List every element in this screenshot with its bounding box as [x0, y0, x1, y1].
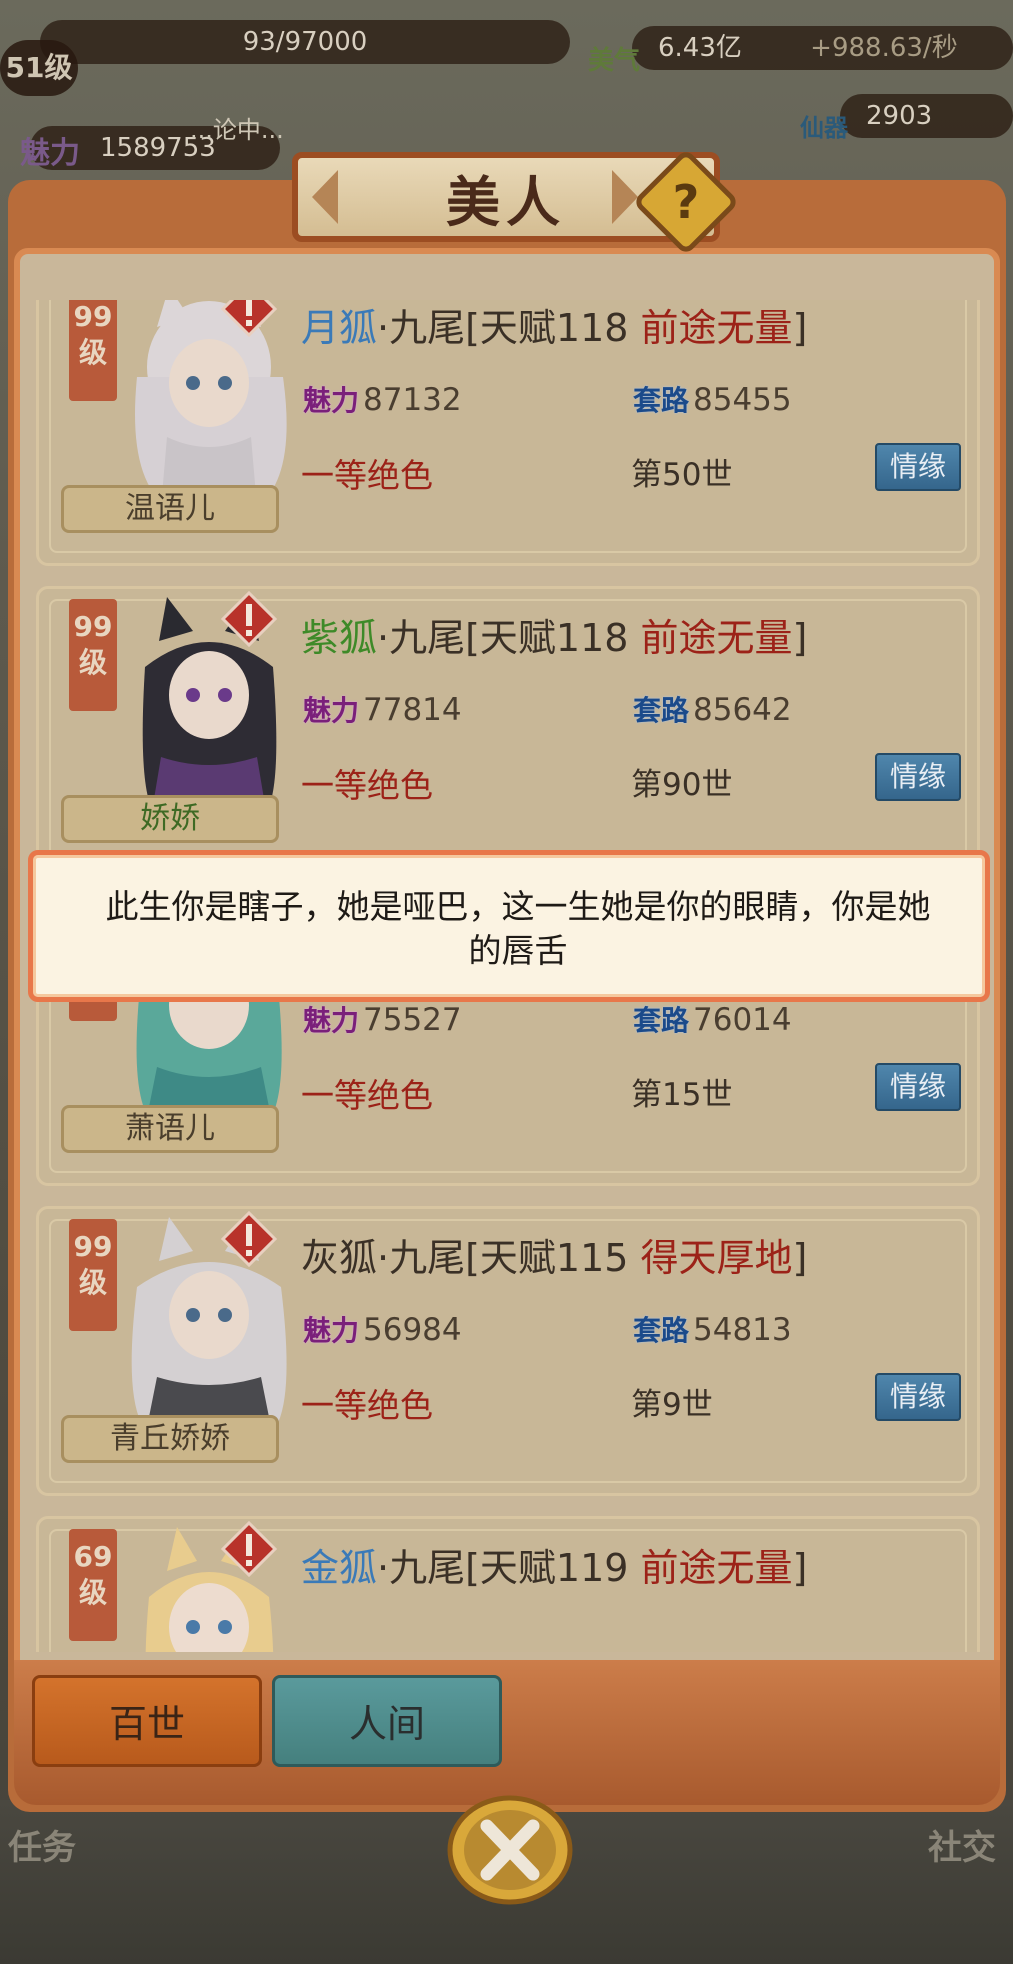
rank-text: 一等绝色 — [301, 456, 433, 495]
beauty-name: 萧语儿 — [61, 1105, 279, 1153]
charm-stat: 魅力 77814 — [301, 689, 462, 729]
beauty-bar: 6.43亿 +988.63/秒 — [632, 26, 1013, 70]
dialog-title: 美人 — [446, 169, 566, 234]
trick-stat: 套路 85642 — [631, 689, 792, 729]
item-value: 2903 — [866, 101, 933, 131]
toast-message: 此生你是瞎子，她是哑巴，这一生她是你的眼睛，你是她的唇舌 — [105, 887, 931, 970]
title-mid: ·九尾[天赋118 — [377, 616, 641, 660]
tasks-label[interactable]: 任务 — [8, 1820, 76, 1869]
beauty-label: 美气 — [588, 46, 641, 76]
charm-icon: 魅力 — [303, 1314, 360, 1347]
affinity-button[interactable]: 情缘 — [875, 1063, 961, 1111]
alert-icon[interactable] — [221, 1521, 277, 1577]
trick-stat: 套路 54813 — [631, 1309, 792, 1349]
affinity-button[interactable]: 情缘 — [875, 753, 961, 801]
portrait-image — [97, 300, 321, 507]
trick-stat: 套路 76014 — [631, 999, 792, 1039]
trick-value: 76014 — [693, 1002, 792, 1038]
title-tag: 得天厚地 — [640, 1236, 793, 1280]
title-end: ] — [792, 1546, 808, 1590]
beauty-rate: +988.63/秒 — [810, 33, 958, 63]
rank-text: 一等绝色 — [301, 766, 433, 805]
title-end: ] — [792, 306, 808, 350]
rank-text: 一等绝色 — [301, 1386, 433, 1425]
title-tag: 前途无量 — [640, 306, 793, 350]
beauty-title: 灰狐·九尾[天赋115 得天厚地] — [301, 1227, 807, 1282]
beauty-name: 青丘娇娇 — [61, 1415, 279, 1463]
item-bar: 2903 — [840, 94, 1013, 138]
title-mid: ·九尾[天赋118 — [377, 306, 641, 350]
player-level: 51级 — [0, 40, 78, 96]
beauty-title: 月狐·九尾[天赋118 前途无量] — [301, 300, 807, 352]
trick-value: 85642 — [693, 692, 792, 728]
charm-label: 魅力 — [20, 136, 80, 171]
title-mid: ·九尾[天赋119 — [377, 1546, 641, 1590]
trick-stat: 套路 85455 — [631, 379, 792, 419]
trick-icon: 套路 — [633, 1314, 690, 1347]
trick-value: 85455 — [693, 382, 792, 418]
social-label[interactable]: 社交 — [928, 1820, 996, 1869]
title-end: ] — [792, 616, 808, 660]
affinity-button[interactable]: 情缘 — [875, 1373, 961, 1421]
title-prefix: 月狐 — [301, 306, 378, 350]
exp-text: 93/97000 — [242, 27, 368, 57]
charm-icon: 魅力 — [303, 694, 360, 727]
alert-icon[interactable] — [221, 1211, 277, 1267]
beauty-card[interactable]: 99级 温语儿 月狐·九尾[天赋118 前途无量] 魅力 87132 套路 8545… — [36, 300, 980, 566]
title-tag: 前途无量 — [640, 1546, 793, 1590]
trick-value: 54813 — [693, 1312, 792, 1348]
life-text: 第90世 — [631, 767, 733, 803]
charm-icon: 魅力 — [303, 1004, 360, 1037]
trick-icon: 套路 — [633, 694, 690, 727]
charm-stat: 魅力 75527 — [301, 999, 462, 1039]
trick-icon: 套路 — [633, 1004, 690, 1037]
help-icon[interactable]: ? — [648, 164, 724, 240]
charm-stat: 魅力 56984 — [301, 1309, 462, 1349]
portrait-image — [97, 1217, 321, 1437]
title-prefix: 灰狐 — [301, 1236, 378, 1280]
title-end: ] — [792, 1236, 808, 1280]
trick-icon: 套路 — [633, 384, 690, 417]
life-text: 第50世 — [631, 457, 733, 493]
beauty-name: 娇娇 — [61, 795, 279, 843]
alert-icon[interactable] — [221, 300, 277, 337]
charm-stat: 魅力 87132 — [301, 379, 462, 419]
life-text: 第15世 — [631, 1077, 733, 1113]
beauty-title: 金狐·九尾[天赋119 前途无量] — [301, 1537, 807, 1592]
exp-bar: 93/97000 — [40, 20, 570, 64]
beauty-card[interactable]: 99级 娇娇 紫狐·九尾[天赋118 前途无量] 魅力 77814 套路 85642… — [36, 586, 980, 876]
portrait-image — [97, 1527, 321, 1652]
title-prefix: 紫狐 — [301, 616, 378, 660]
tab-hundred-lives[interactable]: 百世 — [32, 1675, 262, 1767]
beauty-name: 温语儿 — [61, 485, 279, 533]
beauty-card[interactable]: 99级 青丘娇娇 灰狐·九尾[天赋115 得天厚地] 魅力 56984 套路 548… — [36, 1206, 980, 1496]
affinity-button[interactable]: 情缘 — [875, 443, 961, 491]
title-prefix: 金狐 — [301, 1546, 378, 1590]
portrait-image — [97, 597, 321, 817]
charm-value: 75527 — [363, 1002, 462, 1038]
title-tag: 前途无量 — [640, 616, 793, 660]
item-label: 仙器 — [800, 114, 848, 142]
title-mid: ·九尾[天赋115 — [377, 1236, 641, 1280]
beauty-card[interactable]: 69级 金狐·九尾[天赋119 前途无量] — [36, 1516, 980, 1652]
rank-text: 一等绝色 — [301, 1076, 433, 1115]
beauty-value: 6.43亿 — [658, 33, 742, 63]
close-icon[interactable] — [445, 1792, 575, 1912]
charm-value: 56984 — [363, 1312, 462, 1348]
beauty-title: 紫狐·九尾[天赋118 前途无量] — [301, 607, 807, 662]
alert-icon[interactable] — [221, 591, 277, 647]
life-text: 第9世 — [631, 1387, 713, 1423]
charm-value: 87132 — [363, 382, 462, 418]
story-toast: 此生你是瞎子，她是哑巴，这一生她是你的眼睛，你是她的唇舌 — [28, 850, 990, 1002]
tab-human-world[interactable]: 人间 — [272, 1675, 502, 1767]
status-text: ...论中... — [190, 116, 284, 144]
charm-icon: 魅力 — [303, 384, 360, 417]
charm-value: 77814 — [363, 692, 462, 728]
